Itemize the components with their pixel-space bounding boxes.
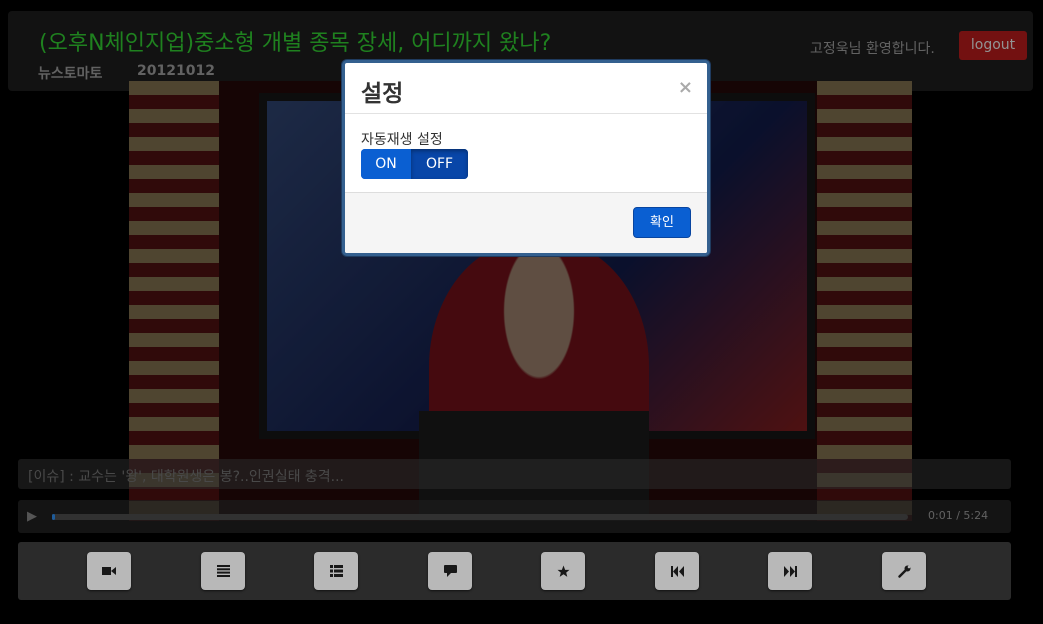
settings-modal: 설정 × 자동재생 설정 ON OFF 확인 (342, 60, 710, 256)
modal-body: 자동재생 설정 ON OFF (345, 114, 707, 192)
autoplay-label: 자동재생 설정 (361, 132, 443, 148)
close-icon[interactable]: × (678, 77, 693, 98)
modal-footer: 확인 (345, 192, 707, 253)
autoplay-toggle: ON OFF (361, 149, 468, 179)
modal-header: 설정 × (345, 63, 707, 114)
modal-title: 설정 (361, 81, 404, 107)
confirm-button[interactable]: 확인 (633, 207, 691, 238)
autoplay-off-button[interactable]: OFF (411, 149, 468, 179)
autoplay-on-button[interactable]: ON (361, 149, 411, 179)
